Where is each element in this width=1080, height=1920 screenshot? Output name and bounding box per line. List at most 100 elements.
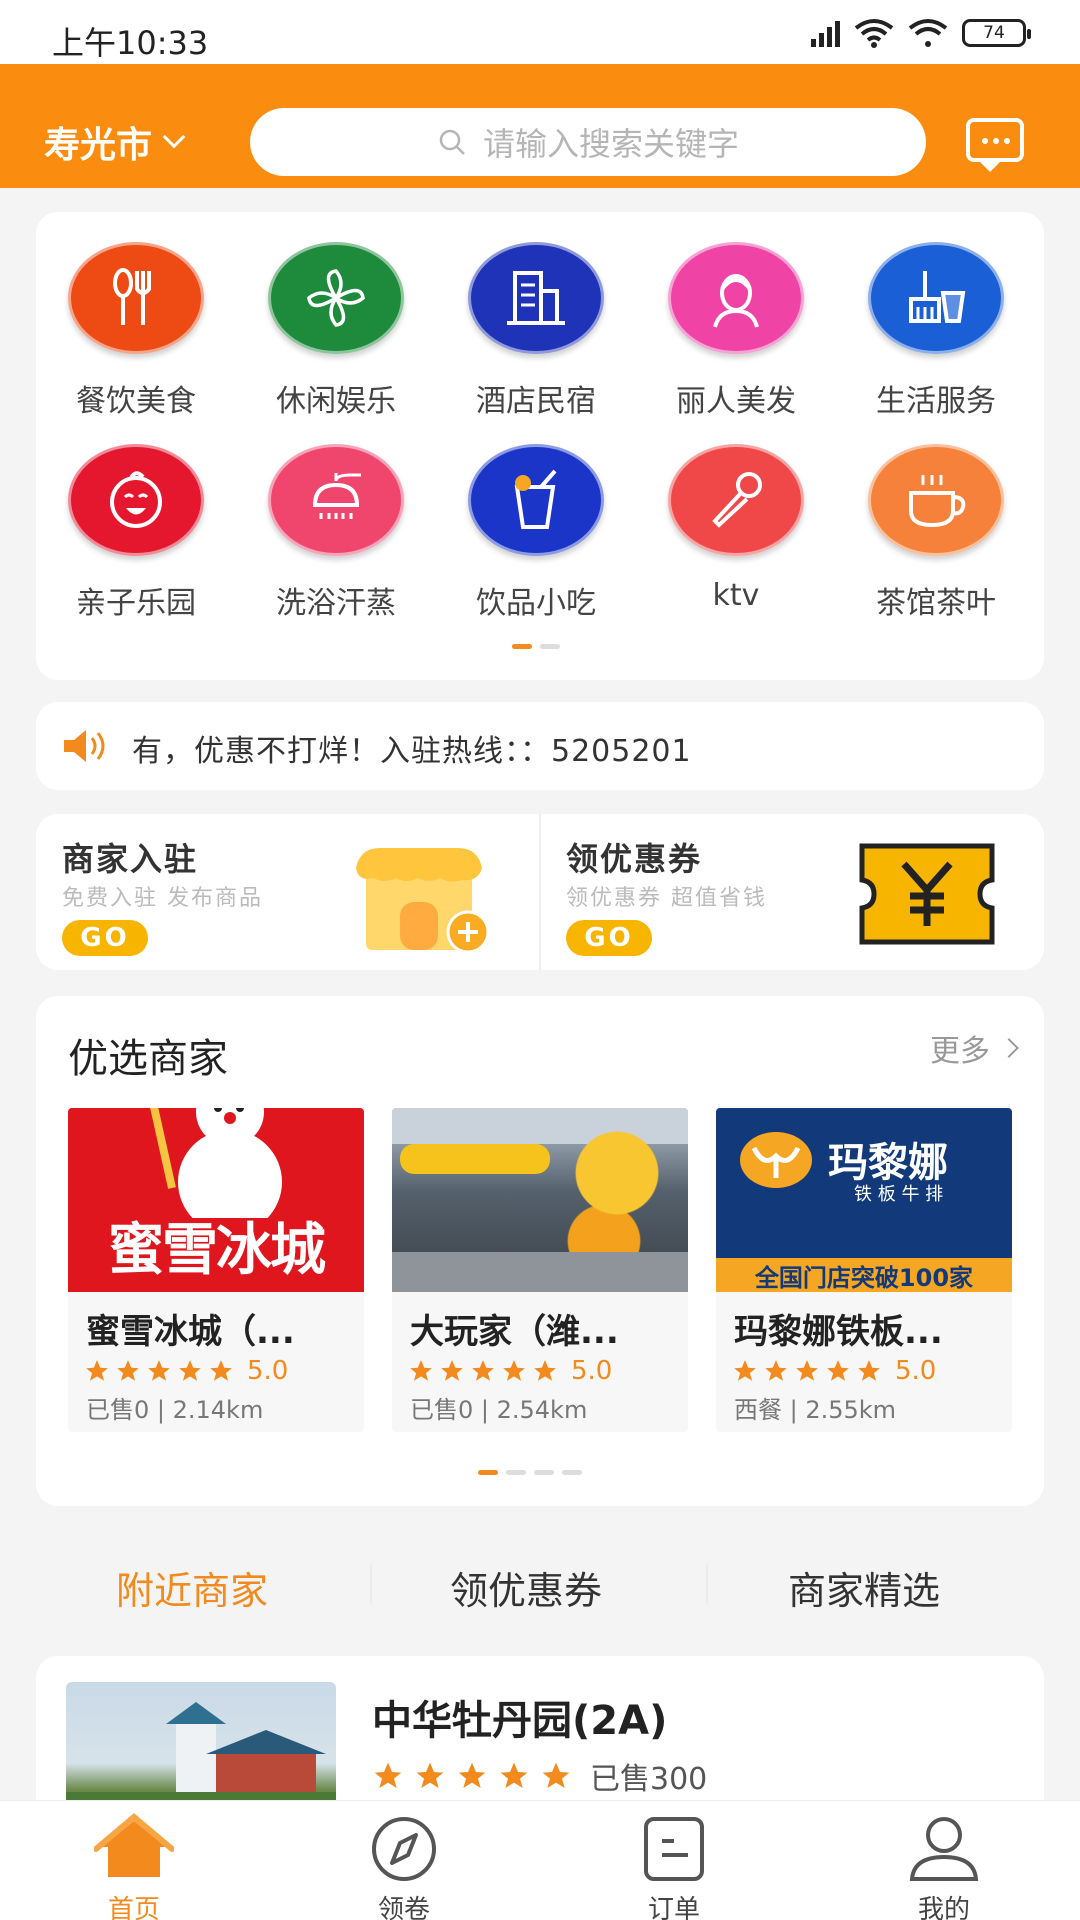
notice-bar[interactable]: 有，优惠不打烊！入驻热线：：5205201 — [36, 702, 1044, 790]
nav-profile[interactable]: 我的 — [874, 1801, 1014, 1920]
star-icon — [858, 1360, 880, 1381]
speaker-icon — [64, 730, 105, 762]
merchant-name: 玛黎娜铁板... — [734, 1312, 943, 1352]
promo-subtitle: 领优惠券 超值省钱 — [566, 886, 767, 911]
category-item-beauty[interactable]: 丽人美发 — [636, 242, 836, 420]
star-icon — [796, 1360, 818, 1381]
search-input[interactable]: 请输入搜索关键字 — [250, 108, 926, 176]
rating: 已售300 — [372, 1754, 707, 1798]
merchant-name: 蜜雪冰城（... — [86, 1312, 295, 1352]
star-icon — [117, 1360, 139, 1381]
merchant-meta: 已售0 | 2.54km — [410, 1396, 588, 1424]
order-icon — [644, 1817, 704, 1881]
rating: 5.0 — [408, 1356, 612, 1386]
go-button[interactable]: GO — [566, 920, 652, 956]
message-icon[interactable] — [966, 118, 1024, 172]
star-icon — [503, 1360, 525, 1381]
signal-icon — [811, 19, 840, 47]
cleaning-icon — [868, 242, 1004, 354]
bull-logo — [740, 1132, 812, 1188]
merchant-join-card[interactable]: 商家入驻 免费入驻 发布商品 GO — [36, 814, 540, 970]
category-label: ktv — [712, 578, 760, 613]
status-icons: 74 — [811, 18, 1031, 48]
list-item-title: 中华牡丹园(2A) — [372, 1698, 668, 1744]
snowman-mascot — [150, 1108, 282, 1218]
page-dot — [506, 1470, 526, 1475]
compass-icon — [372, 1817, 436, 1881]
merchant-card[interactable]: 蜜雪冰城 蜜雪冰城（... 5.0 已售0 | 2.14km — [68, 1108, 364, 1432]
tab-coupons[interactable]: 领优惠券 — [450, 1560, 602, 1615]
star-icon — [86, 1360, 108, 1381]
page-dot — [534, 1470, 554, 1475]
pinwheel-icon — [268, 242, 404, 354]
nav-home[interactable]: 首页 — [64, 1801, 204, 1920]
tab-divider — [706, 1564, 708, 1604]
woman-icon — [668, 242, 804, 354]
merchant-image: 玛黎娜 铁 板 牛 排 全国门店突破100家 — [716, 1108, 1012, 1292]
category-label: 餐饮美食 — [76, 384, 196, 419]
merchant-meta: 已售0 | 2.14km — [86, 1396, 264, 1424]
category-item-food[interactable]: 餐饮美食 — [36, 242, 236, 420]
rating: 5.0 — [84, 1356, 288, 1386]
nav-orders[interactable]: 订单 — [604, 1801, 744, 1920]
drink-icon — [468, 444, 604, 556]
battery-icon: 74 — [962, 19, 1031, 47]
building-icon — [468, 242, 604, 354]
category-item-kids[interactable]: 亲子乐园 — [36, 444, 236, 622]
star-icon — [542, 1762, 570, 1788]
notice-text: 有，优惠不打烊！入驻热线：：5205201 — [132, 734, 692, 769]
star-icon — [500, 1762, 528, 1788]
star-icon — [458, 1762, 486, 1788]
category-grid: 餐饮美食 休闲娱乐 酒店民宿 丽人美发 生活服务 亲子乐园 洗浴汗蒸 饮品小吃 … — [36, 212, 1044, 680]
chevron-right-icon — [999, 1038, 1019, 1058]
category-label: 酒店民宿 — [476, 384, 596, 419]
sold-count: 已售300 — [590, 1762, 708, 1797]
page-dot — [478, 1470, 498, 1475]
page-dot — [562, 1470, 582, 1475]
rating-score: 5.0 — [895, 1356, 937, 1386]
star-icon — [179, 1360, 201, 1381]
coupon-card[interactable]: 领优惠券 领优惠券 超值省钱 GO — [540, 814, 1044, 970]
go-button[interactable]: GO — [62, 920, 148, 956]
status-bar: 上午10:33 74 — [0, 0, 1080, 64]
status-time: 上午10:33 — [52, 24, 209, 62]
promo-title: 领优惠券 — [566, 840, 703, 878]
merchant-card[interactable]: 大玩家（潍... 5.0 已售0 | 2.54km — [392, 1108, 688, 1432]
page-dot — [512, 644, 532, 649]
merchant-image — [392, 1108, 688, 1292]
nav-coupons[interactable]: 领卷 — [334, 1801, 474, 1920]
star-icon — [827, 1360, 849, 1381]
merchant-card[interactable]: 玛黎娜 铁 板 牛 排 全国门店突破100家 玛黎娜铁板... 5.0 西餐 |… — [716, 1108, 1012, 1432]
star-icon — [210, 1360, 232, 1381]
category-item-leisure[interactable]: 休闲娱乐 — [236, 242, 436, 420]
promo-title: 商家入驻 — [62, 840, 199, 878]
category-item-ktv[interactable]: ktv — [636, 444, 836, 613]
shop-icon — [356, 848, 490, 954]
utensils-icon — [68, 242, 204, 354]
nav-label: 订单 — [647, 1895, 700, 1920]
wifi-icon-2 — [908, 19, 948, 47]
more-label: 更多 — [930, 1034, 990, 1069]
coupon-icon — [859, 843, 995, 945]
category-label: 饮品小吃 — [476, 586, 596, 621]
category-item-drinks[interactable]: 饮品小吃 — [436, 444, 636, 622]
category-item-life-service[interactable]: 生活服务 — [836, 242, 1036, 420]
category-label: 丽人美发 — [676, 384, 796, 419]
bottom-nav: 首页 领卷 订单 我的 — [0, 1800, 1080, 1920]
more-link[interactable]: 更多 — [930, 1026, 1019, 1070]
category-item-bath[interactable]: 洗浴汗蒸 — [236, 444, 436, 622]
merchant-banner-sub: 铁 板 牛 排 — [854, 1184, 944, 1205]
category-item-hotel[interactable]: 酒店民宿 — [436, 242, 636, 420]
merchant-meta: 西餐 | 2.55km — [734, 1396, 897, 1424]
tab-nearby[interactable]: 附近商家 — [116, 1560, 268, 1615]
category-item-tea[interactable]: 茶馆茶叶 — [836, 444, 1036, 622]
category-page-indicator — [512, 644, 560, 649]
chevron-down-icon — [162, 125, 186, 149]
tab-picks[interactable]: 商家精选 — [788, 1560, 940, 1615]
rating-score: 5.0 — [247, 1356, 289, 1386]
category-label: 洗浴汗蒸 — [276, 586, 396, 621]
list-tabs: 附近商家 领优惠券 商家精选 — [0, 1540, 1080, 1630]
city-selector[interactable]: 寿光市 — [44, 116, 186, 168]
teacup-icon — [868, 444, 1004, 556]
star-icon — [148, 1360, 170, 1381]
